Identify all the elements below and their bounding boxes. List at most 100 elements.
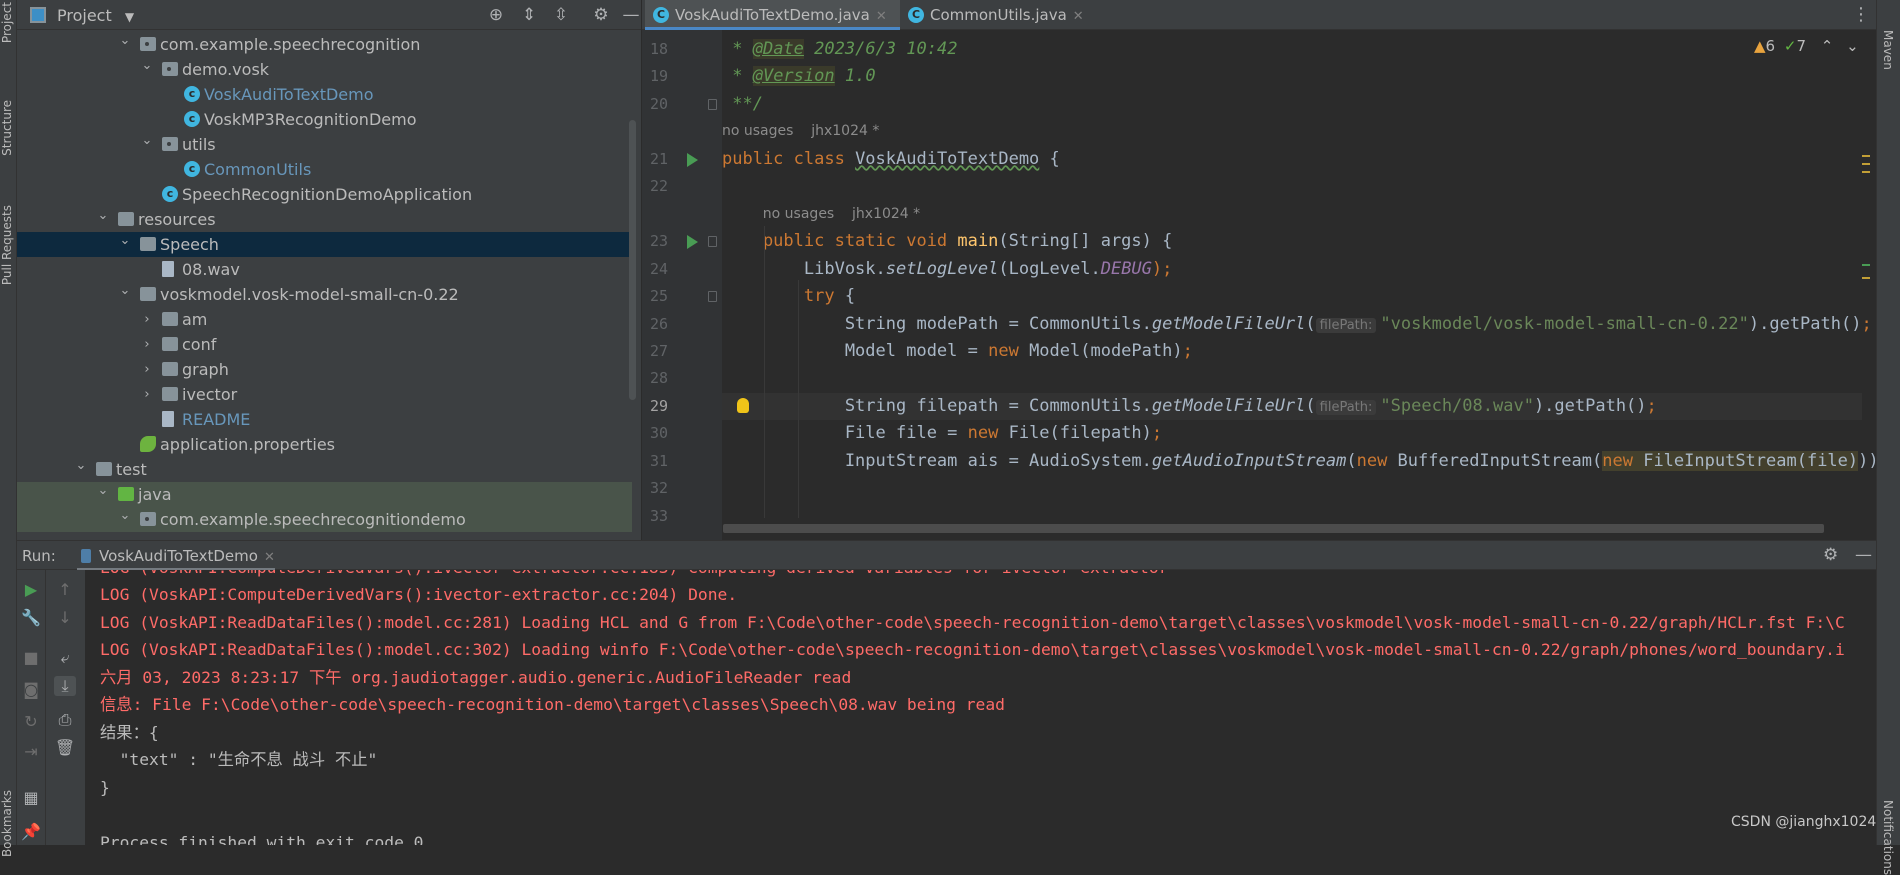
code-line[interactable]: InputStream ais = AudioSystem.getAudioIn… bbox=[722, 448, 1876, 475]
structure-tool-tab[interactable]: Structure bbox=[0, 100, 14, 156]
chevron-down-icon[interactable]: ⌄ bbox=[118, 278, 132, 303]
lightbulb-icon[interactable] bbox=[737, 397, 749, 413]
chevron-down-icon[interactable]: ⌄ bbox=[74, 453, 88, 478]
code-token: getModelFileUrl bbox=[1151, 395, 1306, 416]
editor-horizontal-scrollbar[interactable] bbox=[723, 524, 1824, 533]
chevron-down-icon[interactable]: ⌄ bbox=[118, 503, 132, 528]
tree-item[interactable]: ⌄ com.example.speechrecognitiondemo bbox=[17, 507, 632, 532]
tab-voskauditotextdemo[interactable]: C VoskAudiToTextDemo.java ✕ bbox=[645, 0, 900, 30]
next-highlight-icon[interactable]: ⌄ bbox=[1846, 37, 1859, 55]
tree-item[interactable]: › ivector bbox=[17, 382, 632, 407]
code-line[interactable]: String filepath = CommonUtils.getModelFi… bbox=[722, 393, 1657, 420]
minimize-icon[interactable]: — bbox=[1855, 545, 1872, 565]
chevron-down-icon[interactable]: ⌄ bbox=[118, 228, 132, 253]
exit-icon[interactable]: ⇥ bbox=[20, 742, 42, 761]
soft-wrap-icon[interactable]: ⤶ bbox=[54, 648, 76, 668]
more-tabs-icon[interactable]: ⋮ bbox=[1852, 4, 1870, 25]
rerun-icon[interactable]: ▶ bbox=[20, 580, 42, 599]
code-line[interactable]: LibVosk.setLogLevel(LogLevel.DEBUG); bbox=[722, 256, 1173, 283]
tree-item[interactable]: ⌄ resources bbox=[17, 207, 632, 232]
down-arrow-icon[interactable]: ↓ bbox=[54, 608, 76, 627]
chevron-down-icon[interactable]: ⌄ bbox=[140, 53, 154, 78]
chevron-down-icon[interactable]: ⌄ bbox=[118, 28, 132, 53]
project-scrollbar[interactable] bbox=[629, 120, 636, 400]
restore-icon[interactable]: ↻ bbox=[20, 712, 42, 731]
error-stripe-mark[interactable] bbox=[1862, 277, 1870, 279]
chevron-down-icon[interactable]: ⌄ bbox=[140, 128, 154, 153]
scroll-to-end-icon[interactable]: ⤓ bbox=[54, 676, 76, 696]
trash-icon[interactable]: 🗑 bbox=[54, 738, 76, 757]
inspection-widget[interactable]: ▲6 ✓7 ⌃ ⌄ bbox=[1754, 37, 1859, 55]
code-line[interactable]: * @Date 2023/6/3 10:42 bbox=[722, 36, 957, 63]
code-vision-hint[interactable]: no usages jhx1024 * bbox=[763, 201, 920, 228]
code-line[interactable]: public class VoskAudiToTextDemo { bbox=[722, 146, 1060, 173]
code-token: File file = bbox=[722, 423, 968, 444]
tree-item[interactable]: › am bbox=[17, 307, 632, 332]
code-area[interactable]: * @Date 2023/6/3 10:42 * @Version 1.0 **… bbox=[642, 30, 1876, 540]
tree-item[interactable]: ⌄ utils bbox=[17, 132, 632, 157]
stop-icon[interactable]: ■ bbox=[20, 648, 42, 667]
code-token: * bbox=[722, 66, 753, 87]
close-icon[interactable]: ✕ bbox=[264, 550, 275, 565]
tree-item[interactable]: ⌄ com.example.speechrecognition bbox=[17, 32, 632, 57]
notifications-tool-tab[interactable]: Notifications bbox=[1881, 800, 1895, 875]
locate-icon[interactable]: ⊕ bbox=[486, 5, 506, 25]
code-line[interactable]: try { bbox=[722, 283, 855, 310]
collapse-all-icon[interactable]: ⇳ bbox=[551, 5, 571, 25]
change-stripe-mark[interactable] bbox=[1862, 264, 1870, 266]
chevron-right-icon[interactable]: › bbox=[140, 357, 154, 382]
chevron-down-icon[interactable]: ⌄ bbox=[96, 203, 110, 228]
code-line[interactable]: * @Version 1.0 bbox=[722, 63, 876, 90]
tree-item[interactable]: c CommonUtils bbox=[17, 157, 632, 182]
tree-item[interactable]: ⌄ demo.vosk bbox=[17, 57, 632, 82]
tree-item[interactable]: README bbox=[17, 407, 632, 432]
wrench-icon[interactable]: 🔧 bbox=[20, 608, 42, 627]
tab-commonutils[interactable]: C CommonUtils.java ✕ bbox=[900, 0, 1094, 30]
code-vision-hint[interactable]: no usages jhx1024 * bbox=[722, 118, 879, 145]
tree-item[interactable]: c VoskMP3RecognitionDemo bbox=[17, 107, 632, 132]
class-icon: c bbox=[184, 161, 200, 177]
layout-icon[interactable]: ▦ bbox=[20, 788, 42, 807]
code-token: ( bbox=[1305, 313, 1316, 334]
chevron-right-icon[interactable]: › bbox=[140, 332, 154, 357]
chevron-right-icon[interactable]: › bbox=[140, 307, 154, 332]
error-stripe-mark[interactable] bbox=[1862, 155, 1870, 157]
tree-item[interactable]: ⌄ java bbox=[17, 482, 632, 507]
camera-icon[interactable]: ◙ bbox=[20, 680, 42, 699]
code-editor[interactable]: 18 19 20 21 22 23 24 25 26 27 28 29 30 31 32 33 * @Date… bbox=[642, 30, 1876, 540]
maven-tool-tab[interactable]: Maven bbox=[1881, 30, 1895, 70]
error-stripe-mark[interactable] bbox=[1862, 171, 1870, 173]
code-line[interactable]: public static void main(String[] args) { bbox=[722, 228, 1172, 255]
up-arrow-icon[interactable]: ↑ bbox=[54, 580, 76, 599]
code-line[interactable]: String modePath = CommonUtils.getModelFi… bbox=[722, 311, 1872, 338]
close-icon[interactable]: ✕ bbox=[876, 9, 887, 24]
tree-item[interactable]: application.properties bbox=[17, 432, 632, 457]
run-tab[interactable]: VoskAudiToTextDemo ✕ bbox=[77, 541, 275, 571]
expand-all-icon[interactable]: ⇕ bbox=[519, 5, 539, 25]
code-line[interactable]: Model model = new Model(modePath); bbox=[722, 338, 1193, 365]
tree-item[interactable]: ⌄ Speech bbox=[17, 232, 632, 257]
error-stripe-mark[interactable] bbox=[1862, 163, 1870, 165]
print-icon[interactable]: ⎙ bbox=[54, 710, 76, 730]
close-icon[interactable]: ✕ bbox=[1073, 9, 1084, 24]
console-output[interactable]: LOG (VoskAPI:ComputeDerivedVars():ivecto… bbox=[85, 570, 1876, 845]
gear-icon[interactable]: ⚙ bbox=[591, 5, 611, 25]
code-line[interactable]: File file = new File(filepath); bbox=[722, 420, 1162, 447]
project-view-selector[interactable]: Project ▼ bbox=[57, 6, 134, 25]
tree-item[interactable]: ⌄ voskmodel.vosk-model-small-cn-0.22 bbox=[17, 282, 632, 307]
minimize-icon[interactable]: — bbox=[621, 5, 641, 25]
code-token: InputStream ais = AudioSystem. bbox=[722, 450, 1152, 471]
gear-icon[interactable]: ⚙ bbox=[1823, 545, 1838, 565]
chevron-down-icon[interactable]: ⌄ bbox=[96, 478, 110, 503]
tree-item[interactable]: 08.wav bbox=[17, 257, 632, 282]
pull-requests-tool-tab[interactable]: Pull Requests bbox=[0, 205, 14, 285]
tree-item[interactable]: c VoskAudiToTextDemo bbox=[17, 82, 632, 107]
tree-item[interactable]: › graph bbox=[17, 357, 632, 382]
previous-highlight-icon[interactable]: ⌃ bbox=[1821, 37, 1834, 55]
pin-icon[interactable]: 📌 bbox=[20, 822, 42, 841]
chevron-right-icon[interactable]: › bbox=[140, 382, 154, 407]
bookmarks-tool-tab[interactable]: Bookmarks bbox=[0, 790, 14, 857]
code-line[interactable]: **/ bbox=[722, 91, 763, 118]
project-tool-tab[interactable]: Project bbox=[0, 2, 14, 43]
tree-item[interactable]: › conf bbox=[17, 332, 632, 357]
